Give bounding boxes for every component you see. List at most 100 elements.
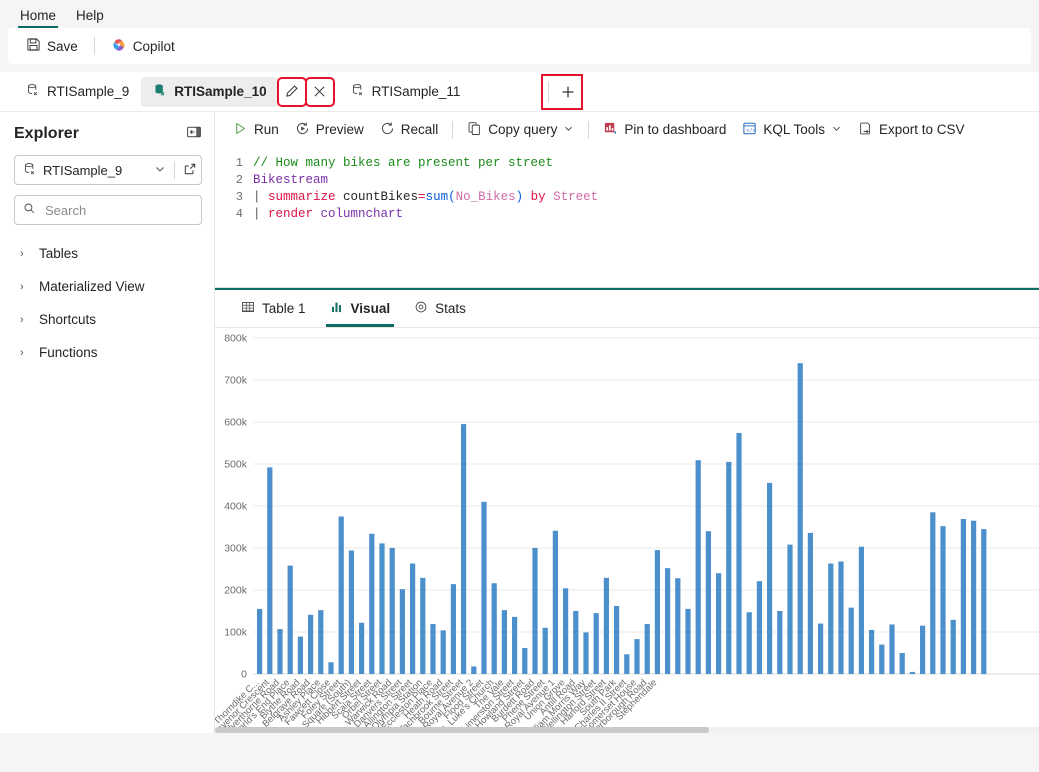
explorer-search[interactable] [14,195,223,225]
chart-bar[interactable] [767,482,773,674]
chart-bar[interactable] [879,644,885,674]
chart-bar[interactable] [654,550,660,674]
chart-bar[interactable] [940,526,946,674]
chart-bar[interactable] [257,608,263,674]
chart-bar[interactable] [818,623,824,674]
chart-bar[interactable] [369,533,375,674]
chart-bar[interactable] [756,581,762,674]
database-picker[interactable]: RTISample_9 [14,155,202,185]
chart-bar[interactable] [277,629,283,674]
export-to-csv-button[interactable]: Export to CSV [850,116,973,144]
tab-visual[interactable]: Visual [320,291,401,327]
open-in-new-window-icon[interactable] [183,162,197,179]
chevron-down-icon[interactable] [154,163,166,178]
chart-bar[interactable] [665,568,671,674]
chart-bar[interactable] [920,625,926,674]
chart-bar[interactable] [491,583,497,674]
chart-bar[interactable] [624,654,630,674]
chart-bar[interactable] [318,610,324,674]
chart-bar[interactable] [746,612,752,674]
recall-button[interactable]: Recall [372,116,447,144]
chart-bar[interactable] [971,520,977,674]
new-tab-button[interactable] [555,79,581,105]
chart-bar[interactable] [777,611,783,674]
chart-bar[interactable] [675,578,681,674]
scrollbar-thumb[interactable] [215,727,710,733]
chart-bar[interactable] [359,622,365,674]
chart-bar[interactable] [501,610,507,674]
close-tab-button[interactable] [304,76,335,107]
chart-bar[interactable] [695,460,701,674]
copy-query-button[interactable]: Copy query [459,116,582,144]
chart-bar[interactable] [797,363,803,674]
chart-bar[interactable] [726,461,732,674]
chart-bar[interactable] [736,432,742,674]
column-chart[interactable]: 0100k200k300k400k500k600k700k800kThorndi… [215,328,1039,733]
save-button[interactable]: Save [18,32,86,60]
chart-bar[interactable] [614,605,620,674]
tree-item-functions[interactable]: › Functions [14,336,202,369]
chart-bar[interactable] [634,639,640,674]
tab-rtisample-9[interactable]: RTISample_9 [14,77,141,107]
chart-bar[interactable] [542,627,548,674]
chart-bar[interactable] [471,666,477,674]
chart-bar[interactable] [450,584,456,674]
tree-item-tables[interactable]: › Tables [14,237,202,270]
tree-item-materialized-view[interactable]: › Materialized View [14,270,202,303]
chart-container[interactable]: 0 100k 200k 300k 400k 500k 600k 700k 800k Thorndi… [215,328,1039,733]
tab-table-1[interactable]: Table 1 [231,291,316,327]
chart-bar[interactable] [430,624,436,674]
chart-bar[interactable] [950,619,956,674]
kql-editor[interactable]: 1 // How many bikes are present per stre… [215,148,1039,288]
chart-bar[interactable] [420,577,426,674]
chart-bar[interactable] [828,563,834,674]
chart-bar[interactable] [858,546,864,674]
chart-bar[interactable] [267,467,273,674]
chart-bar[interactable] [287,565,293,674]
tab-rtisample-11[interactable]: RTISample_11 [339,77,473,107]
chart-bar[interactable] [512,616,518,674]
chart-bar[interactable] [522,647,528,674]
chart-horizontal-scrollbar[interactable] [215,727,1039,733]
chart-bar[interactable] [807,532,813,674]
pin-to-dashboard-button[interactable]: Pin to dashboard [595,116,734,144]
copilot-button[interactable]: Copilot [103,32,183,60]
chevron-down-icon[interactable] [563,122,574,137]
kql-tools-button[interactable]: </> KQL Tools [734,116,850,144]
chart-bar[interactable] [787,544,793,674]
chart-bar[interactable] [869,629,875,674]
chart-bar[interactable] [328,662,334,674]
chart-bar[interactable] [899,653,905,674]
chart-bar[interactable] [410,563,416,674]
chart-bar[interactable] [930,512,936,674]
chart-bar[interactable] [838,561,844,674]
chart-bar[interactable] [573,611,579,674]
chart-bar[interactable] [461,424,467,674]
chart-bar[interactable] [308,614,314,674]
menu-item-home[interactable]: Home [12,6,64,28]
chart-bar[interactable] [848,607,854,674]
run-button[interactable]: Run [225,116,287,144]
chart-bar[interactable] [716,573,722,674]
rename-tab-button[interactable] [276,76,307,107]
tab-stats[interactable]: Stats [404,291,476,327]
chart-bar[interactable] [960,519,966,674]
chart-bar[interactable] [348,550,354,674]
collapse-panel-icon[interactable] [186,124,202,143]
preview-button[interactable]: Preview [287,116,372,144]
chart-bar[interactable] [685,608,691,674]
chart-bar[interactable] [532,548,538,674]
chart-bar[interactable] [644,624,650,674]
menu-item-help[interactable]: Help [68,6,112,28]
chart-bar[interactable] [705,531,711,674]
chevron-down-icon[interactable] [831,122,842,137]
search-input[interactable] [43,201,223,219]
tab-rtisample-10[interactable]: RTISample_10 [141,76,279,107]
chart-bar[interactable] [399,589,405,674]
chart-bar[interactable] [379,543,385,674]
chart-bar[interactable] [593,613,599,674]
chart-bar[interactable] [909,671,915,674]
chart-bar[interactable] [481,501,487,674]
chart-bar[interactable] [338,516,344,675]
tree-item-shortcuts[interactable]: › Shortcuts [14,303,202,336]
